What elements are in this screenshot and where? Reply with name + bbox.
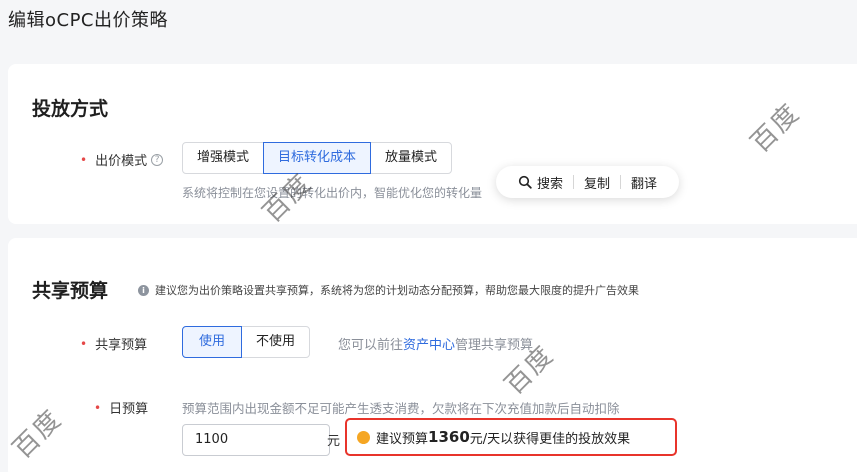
bid-mode-option-volume[interactable]: 放量模式 (370, 142, 453, 174)
bid-mode-selector: 增强模式 目标转化成本 放量模式 (182, 142, 453, 174)
daily-budget-label: • 日预算 (94, 398, 149, 418)
daily-budget-label-text: 日预算 (109, 402, 149, 417)
section-title-delivery: 投放方式 (32, 98, 109, 120)
daily-budget-input[interactable]: 1100 (182, 424, 330, 456)
shared-budget-info-text: 建议您为出价策略设置共享预算，系统将为您的计划动态分配预算，帮助您最大限度的提升… (155, 284, 639, 297)
required-mark: • (80, 336, 88, 351)
bid-mode-label-text: 出价模式 (95, 154, 148, 169)
suggested-budget-amount: 1360 (428, 428, 470, 446)
shared-budget-label-text: 共享预算 (95, 338, 148, 353)
shared-budget-option-not-use[interactable]: 不使用 (241, 326, 311, 358)
context-menu-search[interactable]: 搜索 (508, 173, 573, 192)
suggest-suffix: 元/天以获得更佳的投放效果 (469, 431, 631, 447)
shared-budget-hint: 您可以前往资产中心管理共享预算 (338, 334, 533, 353)
info-icon: i (138, 284, 149, 296)
suggest-prefix: 建议预算 (376, 431, 429, 447)
suggested-budget-callout: 建议预算 1360 元/天以获得更佳的投放效果 (345, 418, 677, 456)
context-menu-translate-label: 翻译 (631, 176, 658, 192)
context-menu-copy-label: 复制 (584, 176, 611, 192)
asset-center-link[interactable]: 资产中心 (403, 338, 455, 353)
bid-mode-description: 系统将控制在您设置的转化出价内，智能优化您的转化量 (182, 186, 483, 200)
page-title: 编辑oCPC出价策略 (8, 10, 169, 31)
help-icon[interactable]: ? (151, 153, 164, 166)
bid-mode-option-enhanced[interactable]: 增强模式 (182, 142, 265, 174)
context-menu-copy[interactable]: 复制 (574, 173, 620, 192)
shared-budget-label: • 共享预算 (80, 334, 148, 354)
shared-budget-toggle: 使用 不使用 (182, 326, 311, 358)
daily-budget-unit: 元 (327, 434, 341, 449)
required-mark: • (94, 400, 102, 415)
shared-budget-option-use[interactable]: 使用 (182, 326, 243, 358)
bid-mode-option-target-cpa[interactable]: 目标转化成本 (263, 142, 372, 174)
context-menu-search-label: 搜索 (537, 176, 564, 192)
context-menu-translate[interactable]: 翻译 (621, 173, 667, 192)
bid-mode-label: • 出价模式 ? (80, 150, 164, 169)
daily-budget-warning: 预算范围内出现金额不足可能产生透支消费，欠款将在下次充值加款后自动扣除 (182, 401, 620, 416)
lightbulb-icon (357, 430, 370, 444)
required-mark: • (80, 152, 88, 167)
shared-budget-info: i 建议您为出价策略设置共享预算，系统将为您的计划动态分配预算，帮助您最大限度的… (138, 282, 639, 298)
selection-context-menu: 搜索 复制 翻译 (496, 166, 680, 198)
search-icon (518, 175, 532, 189)
section-title-shared-budget: 共享预算 (32, 280, 109, 302)
shared-budget-card: 共享预算 i 建议您为出价策略设置共享预算，系统将为您的计划动态分配预算，帮助您… (8, 238, 857, 472)
shared-budget-hint-suffix: 管理共享预算 (455, 338, 534, 353)
shared-budget-hint-prefix: 您可以前往 (338, 338, 404, 353)
delivery-card: 投放方式 • 出价模式 ? 增强模式 目标转化成本 放量模式 系统将控制在您设置… (8, 64, 857, 224)
